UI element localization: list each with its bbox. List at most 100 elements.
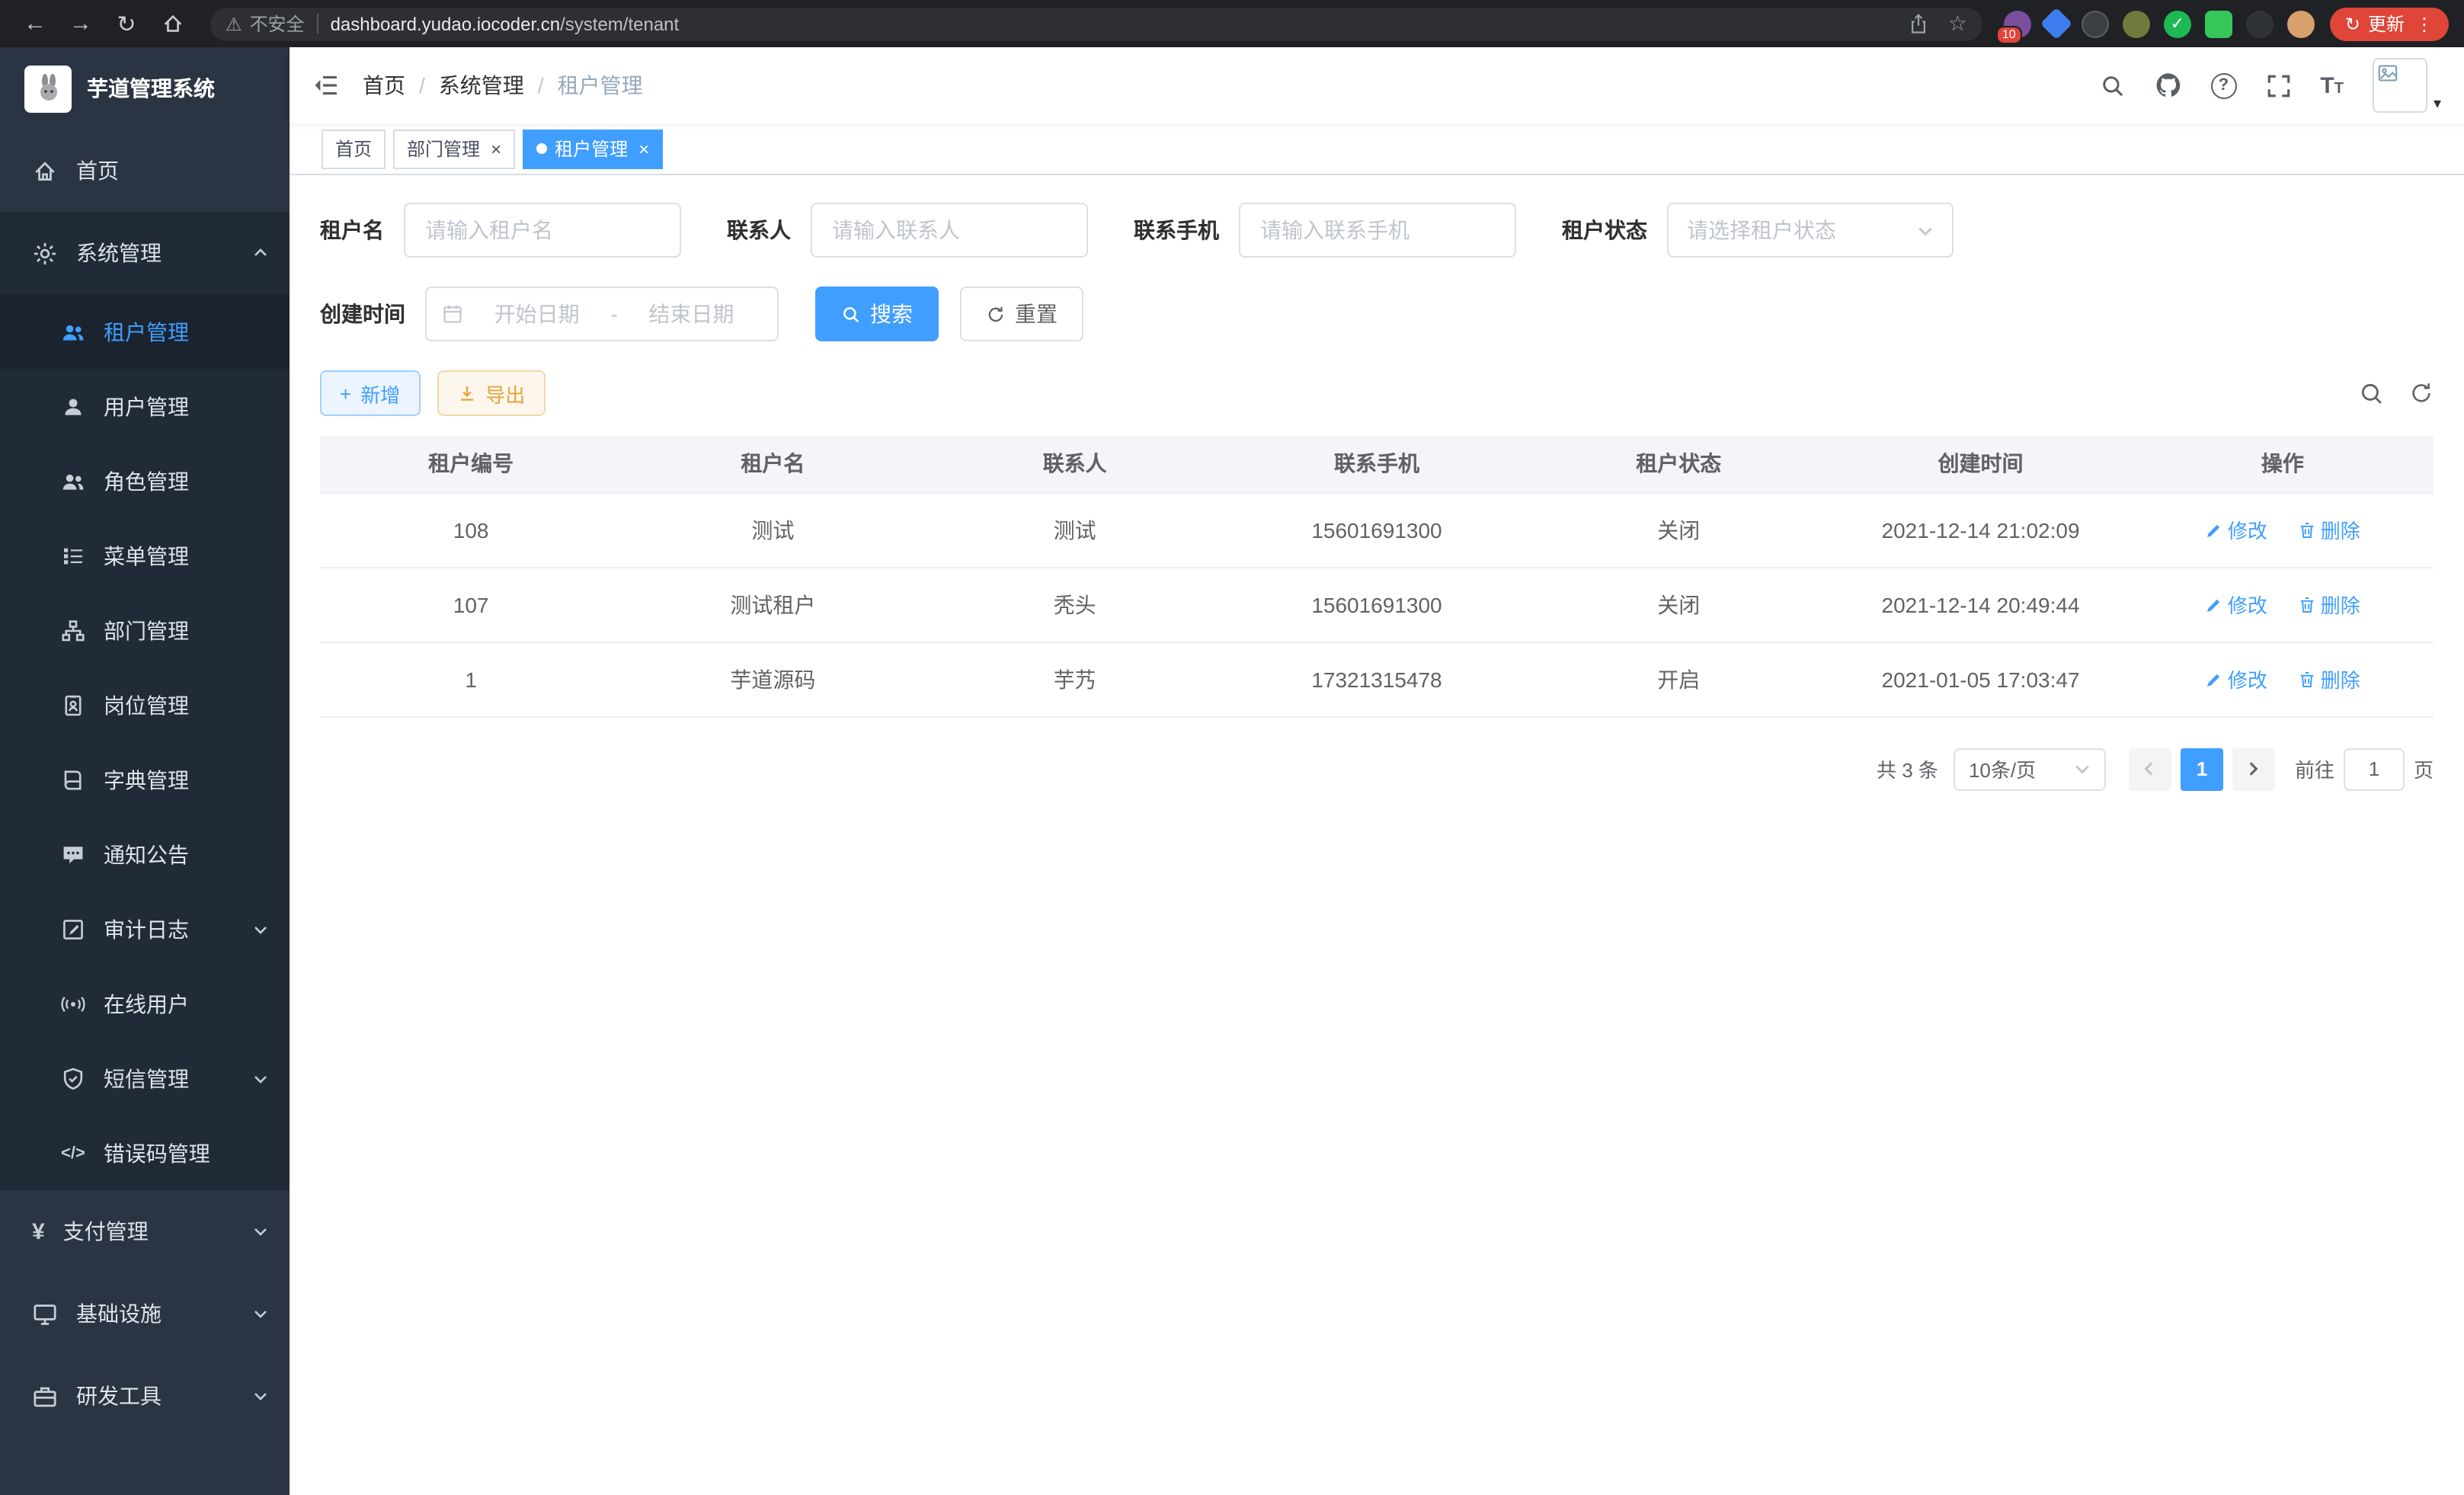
extension-icon[interactable] (2287, 10, 2315, 37)
page-size-value: 10条/页 (1969, 754, 2036, 783)
tab-close-icon[interactable]: × (491, 139, 501, 158)
update-reload-icon: ↻ (2345, 13, 2360, 34)
cell-tenant-name: 测试租户 (622, 567, 923, 642)
cell-contact: 秃头 (924, 567, 1226, 642)
org-chart-icon (61, 618, 85, 642)
bookmark-star-icon[interactable]: ☆ (1948, 11, 1967, 37)
address-bar[interactable]: ⚠ 不安全 dashboard.yudao.iocoder.cn/system/… (210, 7, 1982, 40)
column-header: 租户编号 (320, 436, 622, 492)
contact-input[interactable] (811, 203, 1088, 258)
tab-close-icon[interactable]: × (638, 139, 649, 158)
page-suffix-label: 页 (2414, 754, 2434, 783)
edit-link[interactable]: 修改 (2205, 664, 2267, 693)
header-search-icon[interactable] (2099, 72, 2125, 98)
sidebar-item-dev-tools[interactable]: 研发工具 (0, 1355, 290, 1437)
delete-link[interactable]: 删除 (2298, 590, 2360, 619)
sidebar-item-dept-management[interactable]: 部门管理 (0, 593, 290, 667)
tenant-name-input[interactable] (404, 203, 681, 258)
toggle-search-icon[interactable] (2359, 380, 2385, 406)
browser-reload-button[interactable]: ↻ (107, 4, 146, 43)
security-warning-icon: ⚠ (226, 13, 242, 34)
extension-icon[interactable]: 10 (2004, 10, 2031, 37)
sidebar-item-payment-management[interactable]: ¥ 支付管理 (0, 1190, 290, 1273)
chevron-down-icon (253, 1306, 268, 1321)
sidebar-item-online-users[interactable]: 在线用户 (0, 966, 290, 1041)
app-logo[interactable]: 芋道管理系统 (0, 47, 290, 130)
sidebar-item-system-management[interactable]: 系统管理 (0, 212, 290, 294)
goto-page-input[interactable] (2344, 748, 2405, 790)
extension-icon[interactable]: ✓ (2164, 10, 2191, 37)
top-navbar: 首页 / 系统管理 / 租户管理 ? (290, 47, 2464, 123)
status-select-placeholder: 请选择租户状态 (1687, 215, 1836, 245)
fullscreen-icon[interactable] (2265, 72, 2291, 98)
cell-tenant-name: 芋道源码 (622, 642, 923, 716)
chevron-down-icon (1917, 222, 1934, 238)
security-label: 不安全 (250, 11, 305, 37)
edit-link[interactable]: 修改 (2205, 590, 2267, 619)
end-date-placeholder: 结束日期 (621, 299, 762, 329)
sidebar-item-infrastructure[interactable]: 基础设施 (0, 1273, 290, 1355)
delete-link[interactable]: 删除 (2298, 515, 2360, 544)
page-size-select[interactable]: 10条/页 (1954, 748, 2106, 790)
browser-menu-icon[interactable]: ⋮ (2415, 13, 2434, 34)
sidebar-item-role-management[interactable]: 角色管理 (0, 443, 290, 518)
reset-button[interactable]: 重置 (960, 287, 1083, 341)
sidebar-item-dict-management[interactable]: 字典管理 (0, 742, 290, 817)
status-select[interactable]: 请选择租户状态 (1667, 203, 1954, 258)
tab-dept-management[interactable]: 部门管理 × (393, 129, 515, 168)
tab-label: 部门管理 (407, 136, 480, 162)
share-icon[interactable] (1909, 13, 1930, 34)
sidebar-item-home[interactable]: 首页 (0, 130, 290, 212)
sidebar-item-post-management[interactable]: 岗位管理 (0, 667, 290, 742)
sidebar-item-label: 字典管理 (104, 764, 189, 795)
delete-link[interactable]: 删除 (2298, 664, 2360, 693)
add-button[interactable]: + 新增 (320, 370, 420, 416)
browser-back-button[interactable]: ← (15, 4, 55, 43)
breadcrumb-item[interactable]: 系统管理 (439, 70, 524, 101)
extension-icon[interactable] (2123, 10, 2150, 37)
browser-update-button[interactable]: ↻ 更新 ⋮ (2330, 7, 2449, 40)
sidebar-item-menu-management[interactable]: 菜单管理 (0, 518, 290, 593)
logo-image (24, 65, 72, 112)
extension-icon[interactable] (2082, 10, 2109, 37)
sidebar-item-sms-management[interactable]: 短信管理 (0, 1041, 290, 1116)
edit-link[interactable]: 修改 (2205, 515, 2267, 544)
help-icon[interactable]: ? (2210, 72, 2236, 98)
sidebar-item-notice[interactable]: 通知公告 (0, 817, 290, 892)
refresh-table-icon[interactable] (2409, 381, 2434, 405)
extension-icon[interactable] (2246, 10, 2274, 37)
browser-forward-button[interactable]: → (61, 4, 101, 43)
export-button[interactable]: 导出 (437, 370, 545, 416)
tab-home[interactable]: 首页 (322, 129, 386, 168)
github-icon[interactable] (2154, 72, 2181, 99)
page-number-button[interactable]: 1 (2181, 748, 2223, 790)
sidebar-item-error-code-management[interactable]: </> 错误码管理 (0, 1116, 290, 1190)
extension-icon[interactable] (2040, 8, 2072, 40)
sidebar-item-user-management[interactable]: 用户管理 (0, 369, 290, 443)
trash-icon (2298, 595, 2316, 613)
browser-home-button[interactable] (152, 4, 192, 43)
tab-tenant-management[interactable]: 租户管理 × (523, 129, 663, 168)
extension-icon[interactable] (2205, 10, 2232, 37)
breadcrumb-item[interactable]: 首页 (363, 70, 405, 101)
tenants-icon (61, 319, 85, 344)
phone-input[interactable] (1239, 203, 1516, 258)
sidebar-item-audit-log[interactable]: 审计日志 (0, 892, 290, 966)
create-time-range-picker[interactable]: 开始日期 - 结束日期 (425, 287, 779, 341)
sidebar-item-label: 菜单管理 (104, 540, 189, 571)
user-avatar[interactable]: ▾ (2373, 58, 2441, 113)
cell-tenant-id: 108 (320, 492, 622, 567)
contact-label: 联系人 (727, 215, 791, 245)
caret-down-icon: ▾ (2434, 96, 2441, 113)
sidebar-item-tenant-management[interactable]: 租户管理 (0, 294, 290, 369)
cell-created: 2021-01-05 17:03:47 (1829, 642, 2131, 716)
sidebar-item-label: 通知公告 (104, 839, 189, 869)
prev-page-button[interactable] (2129, 748, 2171, 790)
sidebar-toggle-button[interactable] (312, 72, 340, 99)
search-button[interactable]: 搜索 (815, 287, 939, 341)
next-page-button[interactable] (2232, 748, 2275, 790)
status-label: 租户状态 (1562, 215, 1647, 245)
cell-operations: 修改 删除 (2132, 567, 2434, 642)
cell-contact: 测试 (924, 492, 1226, 567)
font-size-icon[interactable]: TT (2320, 72, 2344, 98)
